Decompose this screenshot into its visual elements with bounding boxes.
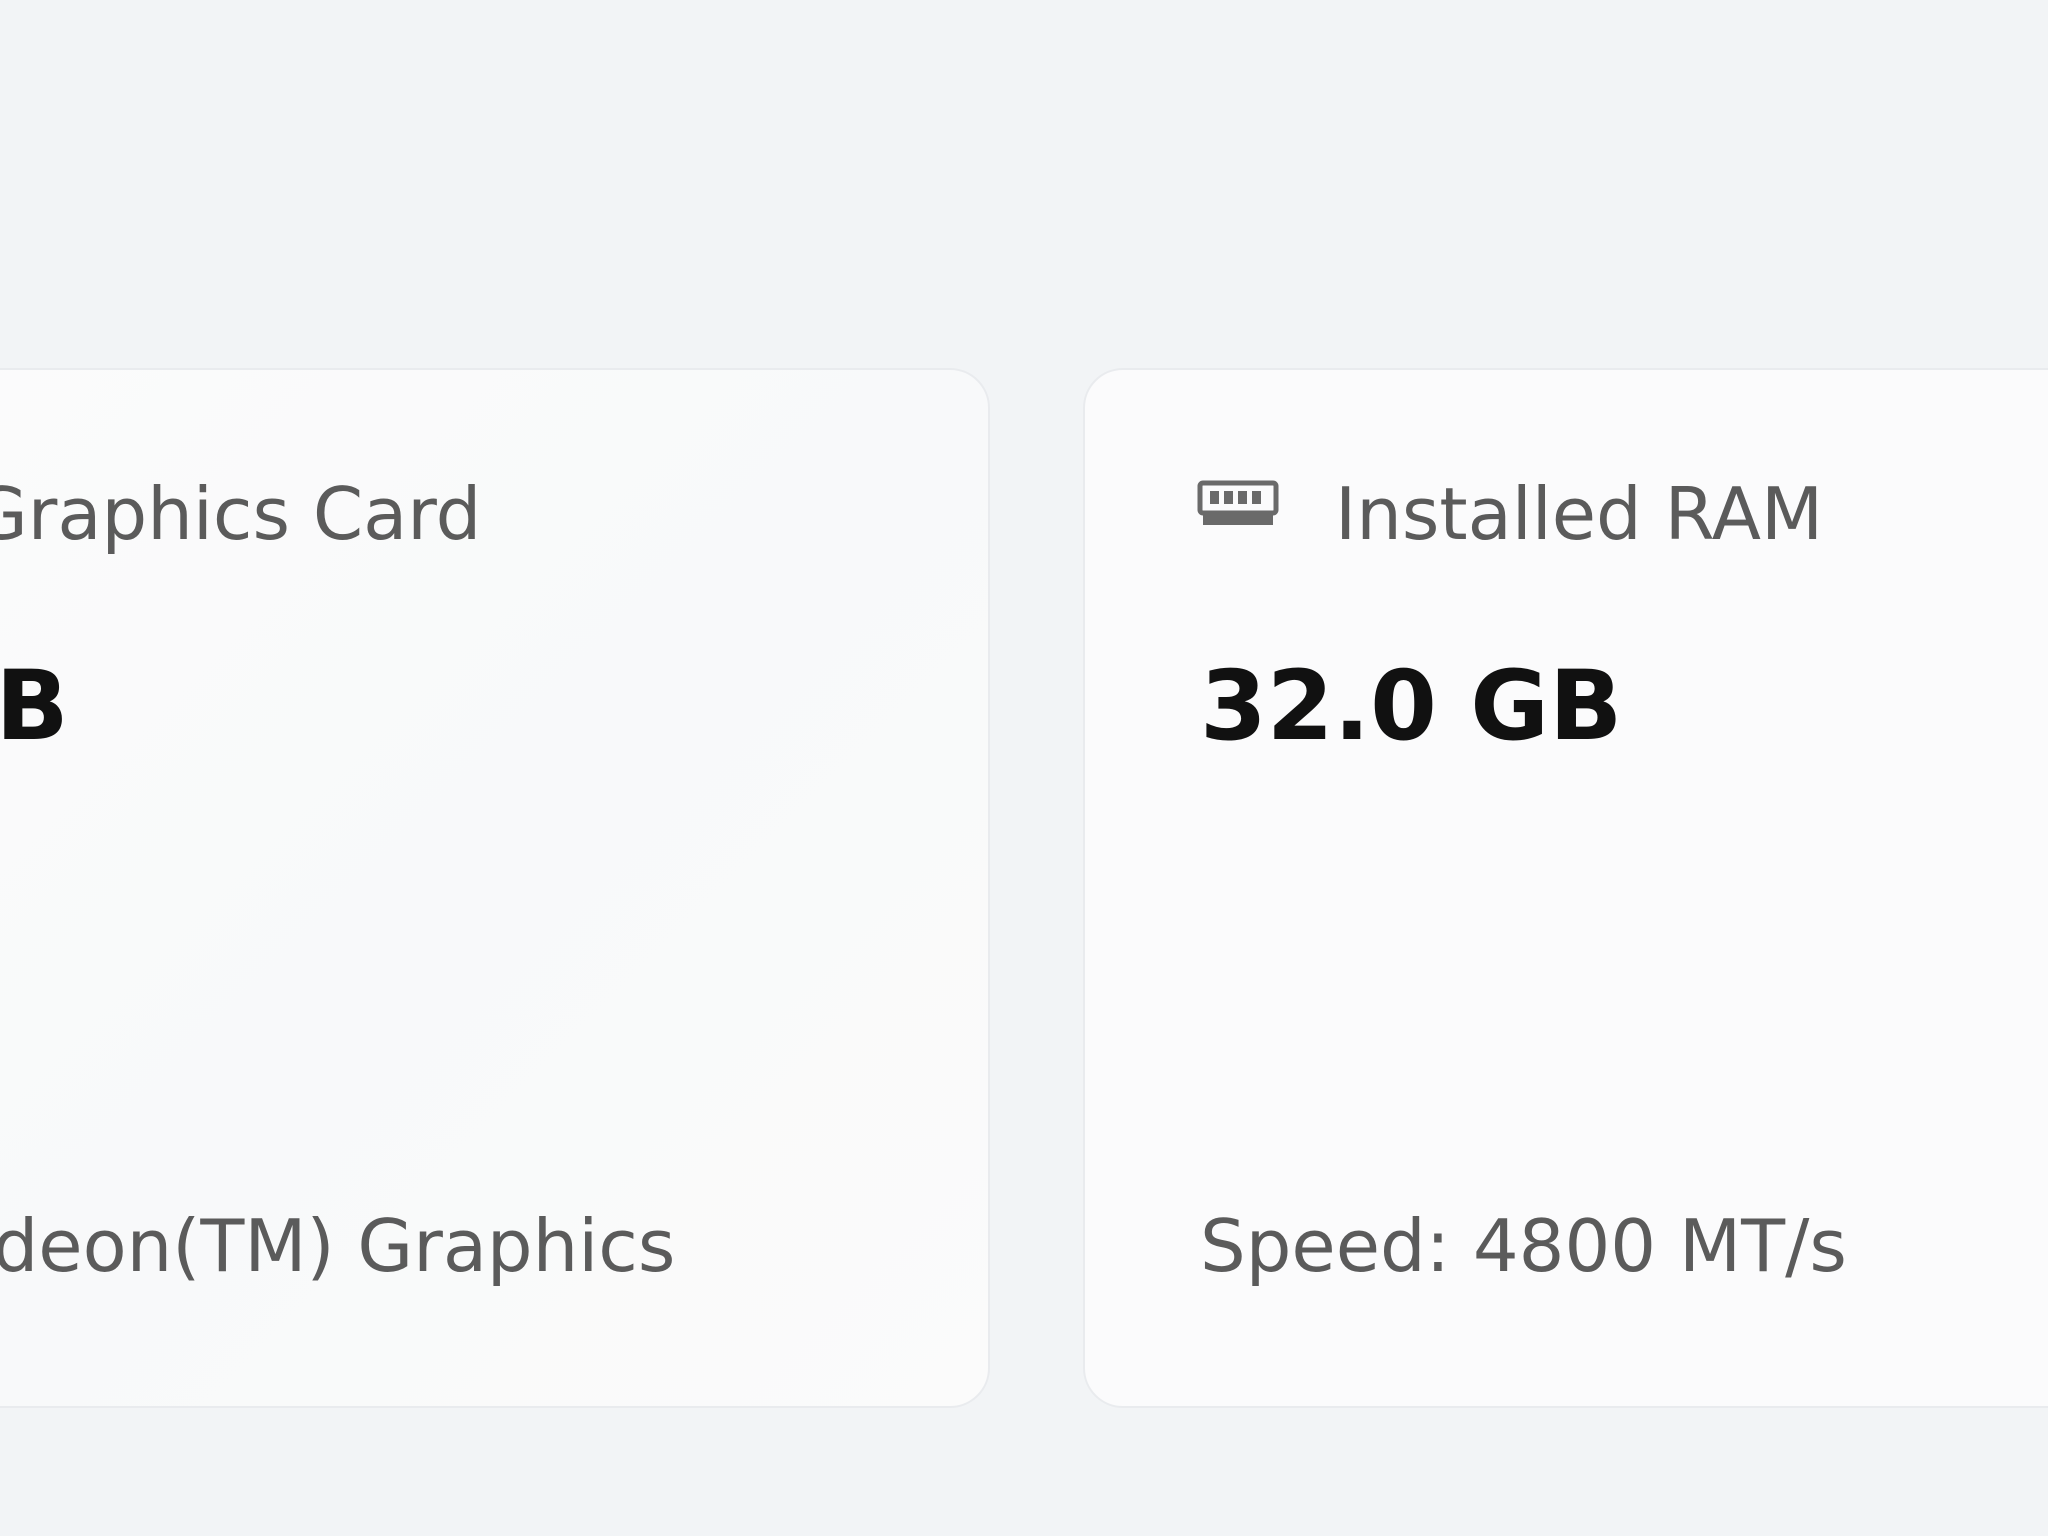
installed-ram-label: Installed RAM — [1335, 472, 1824, 556]
graphics-card-tile: Graphics Card MB Radeon(TM) Graphics — [0, 368, 990, 1408]
graphics-card-label: Graphics Card — [0, 472, 482, 556]
system-specs-view: Graphics Card MB Radeon(TM) Graphics Ins… — [0, 0, 2048, 1536]
graphics-card-value: MB — [0, 650, 69, 762]
installed-ram-tile: Installed RAM 32.0 GB Speed: 4800 MT/s — [1083, 368, 2048, 1408]
installed-ram-value: 32.0 GB — [1200, 650, 1623, 762]
ram-speed-detail: Speed: 4800 MT/s — [1200, 1204, 1847, 1288]
graphics-card-detail: Radeon(TM) Graphics — [0, 1204, 676, 1288]
ram-icon — [1197, 480, 1279, 525]
